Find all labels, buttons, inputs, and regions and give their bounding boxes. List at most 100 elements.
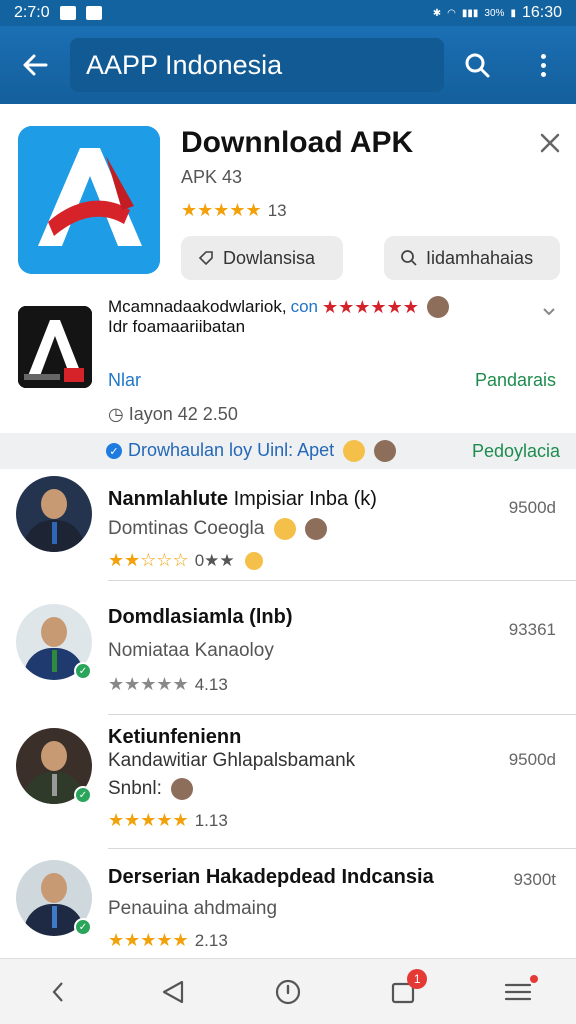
nav-back-button[interactable]	[28, 967, 88, 1017]
rating-stars: ★★★★★	[108, 810, 189, 830]
app-title: Downnload APK	[181, 126, 414, 159]
more-vert-icon	[540, 53, 546, 77]
info-strip[interactable]: ✓ Drowhaulan loy Uinl: Apet Pedoylacia	[0, 433, 576, 469]
bluetooth-icon: ✱	[432, 7, 442, 19]
verified-badge-icon: ✓	[74, 918, 92, 936]
list-item-meta: 9500d	[508, 750, 556, 769]
list-item-rating: ★★☆☆☆ 0★★	[108, 550, 263, 571]
list-item-meta: 9300t	[513, 870, 556, 889]
close-icon	[540, 133, 560, 153]
menu-icon	[505, 983, 532, 1000]
promo-left-link[interactable]: Nlar	[108, 370, 141, 391]
notification-badge: 1	[407, 968, 428, 989]
list-item-rating: ★★★★★ 4.13	[108, 674, 228, 695]
nav-triangle-back-button[interactable]	[143, 967, 203, 1017]
rating-stars: ★★★★★	[108, 674, 189, 694]
list-item-rating: ★★★★★ 2.13	[108, 930, 228, 951]
list-item-name-extra: Impisiar Inba (k)	[233, 488, 377, 510]
info-strip-right[interactable]: Pedoylacia	[472, 441, 560, 462]
verified-badge-icon: ✓	[74, 786, 92, 804]
search-input[interactable]: AAPP Indonesia	[70, 38, 444, 92]
search-icon	[465, 53, 490, 78]
emoji-icon	[244, 551, 263, 570]
app-rating: ★★★★★ 13	[181, 200, 287, 221]
photo-notification-icon	[85, 6, 102, 20]
search-pill-button[interactable]: Iidamhahaias	[384, 236, 560, 280]
app-version: APK 43	[181, 167, 243, 187]
battery-percent: 30%	[484, 7, 505, 19]
list-item-subtitle: Penauina ahdmaing	[108, 898, 278, 919]
list-item-rating: ★★★★★ 1.13	[108, 810, 228, 831]
promo-stars: ★★★★★★	[322, 296, 419, 317]
overflow-menu-button[interactable]	[510, 26, 576, 104]
search-value: AAPP Indonesia	[86, 49, 283, 80]
list-item-title: Nanmlahlute Impisiar Inba (k)	[108, 488, 377, 511]
check-circle-icon: ✓	[106, 443, 122, 459]
list-item-name: Nanmlahlute	[108, 488, 229, 510]
list-item-meta: 93361	[508, 620, 556, 639]
verified-badge-icon: ✓	[74, 662, 92, 680]
download-button-label: Dowlansisa	[223, 247, 316, 268]
list-item-name: Domdlasiamla (lnb)	[108, 606, 293, 628]
app-card: Downnload APK APK 43 ★★★★★ 13 Dowlansisa…	[0, 104, 576, 290]
menu-notification-dot	[530, 974, 539, 983]
notification-icon	[59, 6, 76, 20]
app-bar: AAPP Indonesia	[0, 26, 576, 104]
list-item-sub-text: Domtinas Coeogla	[108, 518, 265, 540]
bottom-nav: 1	[0, 958, 576, 1024]
info-strip-text: Drowhaulan loy Uinl: Apet	[128, 439, 397, 463]
download-button[interactable]: Dowlansisa	[181, 236, 343, 280]
promo-title: Mcamnadaakodwlariok, con ★★★★★★	[108, 296, 449, 318]
status-clock: 16:30	[521, 4, 562, 21]
divider	[108, 714, 576, 715]
list-item-name: Ketiunfenienn	[108, 726, 242, 748]
search-button[interactable]	[444, 26, 510, 104]
promo-subtitle: Idr foamaariibatan	[108, 317, 246, 336]
divider	[108, 580, 576, 581]
rating-stars: ★★★★★	[181, 200, 262, 220]
rating-stars: ★★★★★	[108, 930, 189, 950]
home-circle-icon	[275, 979, 301, 1004]
list-item-sub2-text: Snbnl:	[108, 778, 162, 800]
avatar-small	[374, 440, 397, 463]
list-item-title: Ketiunfenienn	[108, 726, 241, 749]
search-pill-label: Iidamhahaias	[426, 247, 534, 268]
emoji-icon	[273, 518, 296, 540]
nav-recents-button[interactable]: 1	[373, 967, 433, 1017]
list-item[interactable]: ✓ Domdlasiamla (lnb) Nomiataa Kanaoloy ★…	[0, 600, 576, 718]
avatar	[16, 476, 92, 552]
promoted-app[interactable]: Mcamnadaakodwlariok, con ★★★★★★ Idr foam…	[0, 290, 576, 432]
info-strip-label: Drowhaulan loy Uinl: Apet	[128, 439, 335, 460]
signal-icon: ▮▮▮	[461, 7, 479, 19]
rating-stars: ★★☆☆☆	[108, 550, 189, 570]
list-item-subtitle: Kandawitiar Ghlapalsbamank	[108, 750, 356, 771]
nav-menu-button[interactable]	[488, 967, 548, 1017]
battery-icon: ▮	[510, 7, 516, 19]
promo-title-link[interactable]: con	[291, 297, 318, 317]
search-small-icon	[401, 250, 417, 266]
list-item[interactable]: Nanmlahlute Impisiar Inba (k) Domtinas C…	[0, 470, 576, 588]
triangle-back-icon	[162, 980, 183, 1003]
back-button[interactable]	[0, 26, 70, 104]
avatar-small	[304, 518, 327, 540]
back-arrow-icon	[23, 54, 48, 76]
promo-right-link[interactable]: Pandarais	[475, 370, 556, 391]
list-item[interactable]: ✓ Ketiunfenienn Kandawitiar Ghlapalsbama…	[0, 726, 576, 850]
list-item-title: Derserian Hakadepdead Indcansia	[108, 866, 434, 889]
app-logo[interactable]	[18, 126, 160, 274]
nav-home-button[interactable]	[258, 967, 318, 1017]
list-item-meta: 9500d	[508, 498, 556, 517]
list-item-name: Derserian Hakadepdead Indcansia	[108, 866, 434, 888]
promo-avatar	[426, 296, 449, 318]
avatar-small	[171, 778, 194, 800]
tag-icon	[198, 251, 213, 266]
wifi-icon: ◠	[447, 7, 456, 19]
rating-value: 0★★	[194, 550, 235, 570]
chevron-down-icon[interactable]	[542, 304, 556, 322]
list-item-subtitle: Nomiataa Kanaoloy	[108, 640, 274, 661]
rating-value: 1.13	[194, 810, 228, 830]
history-icon: ◷	[108, 404, 124, 424]
close-button[interactable]	[540, 128, 560, 160]
app-logo-mark	[18, 126, 160, 274]
emoji-icon	[343, 440, 366, 463]
